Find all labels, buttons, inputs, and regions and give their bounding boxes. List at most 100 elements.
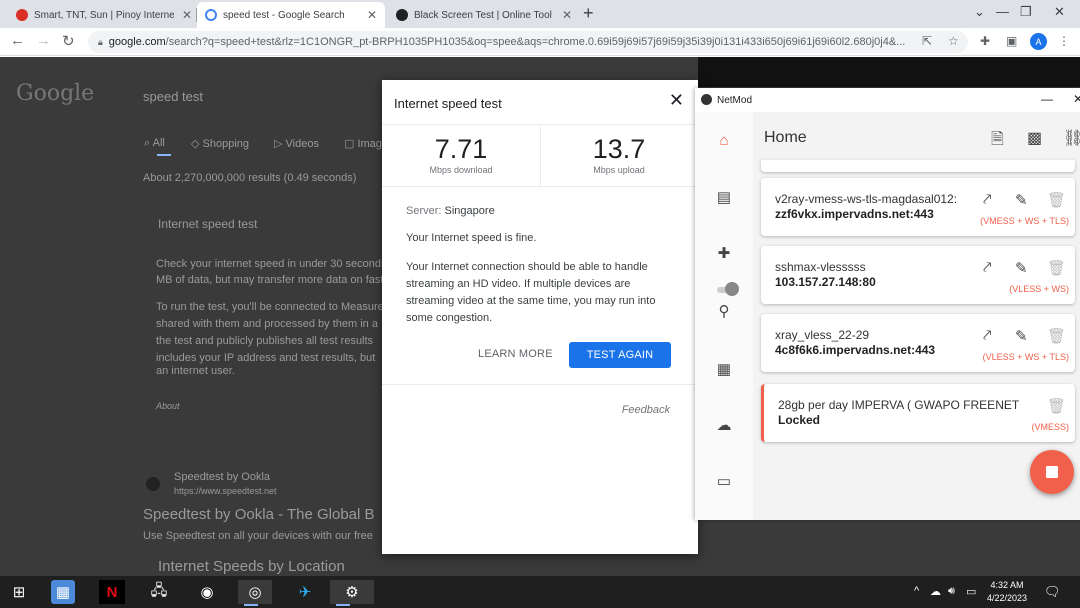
tab-close-icon[interactable]: ✕ [182,8,192,22]
bookmark-star-icon[interactable]: ☆ [948,34,959,48]
connection-toggle[interactable] [717,282,739,296]
close-window-icon[interactable]: ✕ [1073,92,1080,106]
notifications-icon[interactable]: 🗨︎ [1044,584,1061,600]
share-icon[interactable]: ⇱ [922,34,932,48]
clock-time: 4:32 AM [990,580,1024,590]
link-icon[interactable]: ⛓︎ [1063,128,1080,148]
card-desc-line: the test and publicly publishes all test… [156,335,374,347]
protocol-tag: (VMESS + WS + TLS) [980,216,1069,226]
result-url[interactable]: https://www.speedtest.net [174,486,277,496]
minimize-icon[interactable]: — [996,4,1009,19]
share-icon[interactable]: ⤤ [983,259,991,276]
tray-overflow-chevron-icon[interactable]: ^ [914,585,919,597]
network-app-icon[interactable]: 🖧︎ [146,580,172,604]
netmod-app-title: NetMod [717,95,753,106]
share-icon[interactable]: ⤤ [983,327,991,344]
google-doodle-logo[interactable]: Google [16,81,94,106]
config-card[interactable]: v2ray-vmess-ws-tls-magdasal012: zzf6vkx.… [761,178,1075,236]
new-tab-plus-icon[interactable]: + [583,3,594,24]
dialog-title: Internet speed test [394,96,502,111]
result-heading[interactable]: Internet Speeds by Location [158,558,345,575]
search-tab-all[interactable]: ⌕ All [144,137,165,150]
forward-arrow-icon[interactable]: → [36,32,51,49]
minimize-icon[interactable]: — [1041,92,1053,106]
search-query[interactable]: speed test [143,89,203,104]
share-icon[interactable]: ⤤ [983,191,991,208]
search-tab-shopping[interactable]: ◇ Shopping [191,137,249,150]
document-list-icon[interactable]: ▤ [714,188,734,208]
feedback-link[interactable]: Feedback [622,404,670,416]
close-icon[interactable]: ✕ [669,90,684,111]
delete-trash-icon[interactable]: 🗑︎ [1047,397,1066,415]
extensions-puzzle-icon[interactable]: ✚ [980,34,990,48]
card-desc-line: shared with them and processed by them i… [156,318,378,330]
card-desc-line: To run the test, you'll be connected to … [156,301,409,313]
config-host: zzf6vkx.impervadns.net:443 [775,207,934,221]
search-tab-videos[interactable]: ▷ Videos [274,137,319,150]
reload-icon[interactable]: ↻ [62,32,75,50]
chrome-icon[interactable]: ◎ [238,580,272,606]
stop-square-icon [1046,466,1058,478]
list-item [761,160,1075,172]
location-pin-icon[interactable]: ⚲ [714,302,734,322]
config-card-locked[interactable]: 28gb per day IMPERVA ( GWAPO FREENET Loc… [761,384,1075,442]
server-line: Server: Singapore [406,203,676,220]
telegram-icon[interactable]: ✈ [292,580,318,604]
delete-trash-icon[interactable]: 🗑︎ [1047,327,1066,345]
page-title: Home [764,129,807,146]
config-card[interactable]: sshmax-vlesssss 103.157.27.148:80 ⤤ ✎ 🗑︎… [761,246,1075,304]
volume-icon[interactable]: 🔊︎ [948,585,955,598]
tab-title: speed test - Google Search [223,9,345,21]
browser-tab-speed-test[interactable]: speed test - Google Search ✕ [197,2,385,28]
url-host: google.com [108,36,166,48]
network-tray-icon[interactable]: ☁ [930,585,941,598]
profile-avatar[interactable]: A [1030,33,1047,50]
edit-pencil-icon[interactable]: ✎ [1015,327,1028,345]
netmod-taskbar-icon[interactable]: ⚙ [330,580,374,606]
qr-scan-icon[interactable]: ▩ [1027,128,1042,148]
config-card[interactable]: xray_vless_22-29 4c8f6k6.impervadns.net:… [761,314,1075,372]
delete-trash-icon[interactable]: 🗑︎ [1047,259,1066,277]
vpn-app-icon[interactable]: ◉ [194,580,220,604]
result-title-link[interactable]: Speedtest by Ookla - The Global B [143,506,375,523]
stop-button[interactable] [1030,450,1074,494]
windows-start-icon[interactable]: ⊞ [6,580,32,604]
taskbar-clock[interactable]: 4:32 AM 4/22/2023 [985,579,1029,605]
back-arrow-icon[interactable]: ← [10,32,25,49]
tab-close-icon[interactable]: ✕ [367,8,377,22]
divider [382,384,698,385]
config-name: sshmax-vlesssss [775,260,866,274]
close-window-icon[interactable]: ✕ [1054,4,1065,20]
delete-trash-icon[interactable]: 🗑︎ [1047,191,1066,209]
restore-icon[interactable]: ❐ [1020,4,1032,20]
more-menu-icon[interactable]: ⋮ [1058,34,1070,48]
result-site-name[interactable]: Speedtest by Ookla [174,471,270,483]
browser-tab-pinoy-internet[interactable]: Smart, TNT, Sun | Pinoy Internet ✕ [8,2,200,28]
result-snippet: Use Speedtest on all your devices with o… [143,530,373,542]
server-rack-icon[interactable]: ▦ [714,360,734,380]
netflix-icon[interactable]: N [99,580,125,604]
puzzle-icon[interactable]: ✚ [714,244,734,264]
tab-label: All [152,137,165,149]
card-desc-line: MB of data, but may transfer more data o… [156,274,384,286]
display-icon[interactable]: ▭ [966,585,976,598]
edit-pencil-icon[interactable]: ✎ [1015,259,1028,277]
add-file-icon[interactable]: 🗎︎ [991,128,1004,155]
tab-favicon-icon [396,9,408,21]
browser-tab-black-screen[interactable]: Black Screen Test | Online Tool ✕ [388,2,580,28]
netmod-titlebar: NetMod — ✕ [695,88,1080,112]
learn-more-link[interactable]: LEARN MORE [478,348,553,360]
side-panel-icon[interactable]: ▣ [1006,34,1017,48]
terminal-icon[interactable]: ▭ [714,472,734,492]
about-link[interactable]: About [156,401,180,411]
microsoft-store-icon[interactable]: ▦ [51,580,75,604]
chevron-down-icon[interactable]: ⌄ [974,4,985,20]
edit-pencil-icon[interactable]: ✎ [1015,191,1028,209]
test-again-button[interactable]: TEST AGAIN [569,342,671,368]
tab-close-icon[interactable]: ✕ [562,8,572,22]
speed-description: Your Internet connection should be able … [406,261,656,324]
home-icon[interactable]: ⌂ [714,132,734,152]
address-bar[interactable]: 🔒︎ google.com/search?q=speed+test&rlz=1C… [88,31,968,53]
protocol-tag: (VLESS + WS) [1009,284,1069,294]
cloud-icon[interactable]: ☁ [714,416,734,436]
